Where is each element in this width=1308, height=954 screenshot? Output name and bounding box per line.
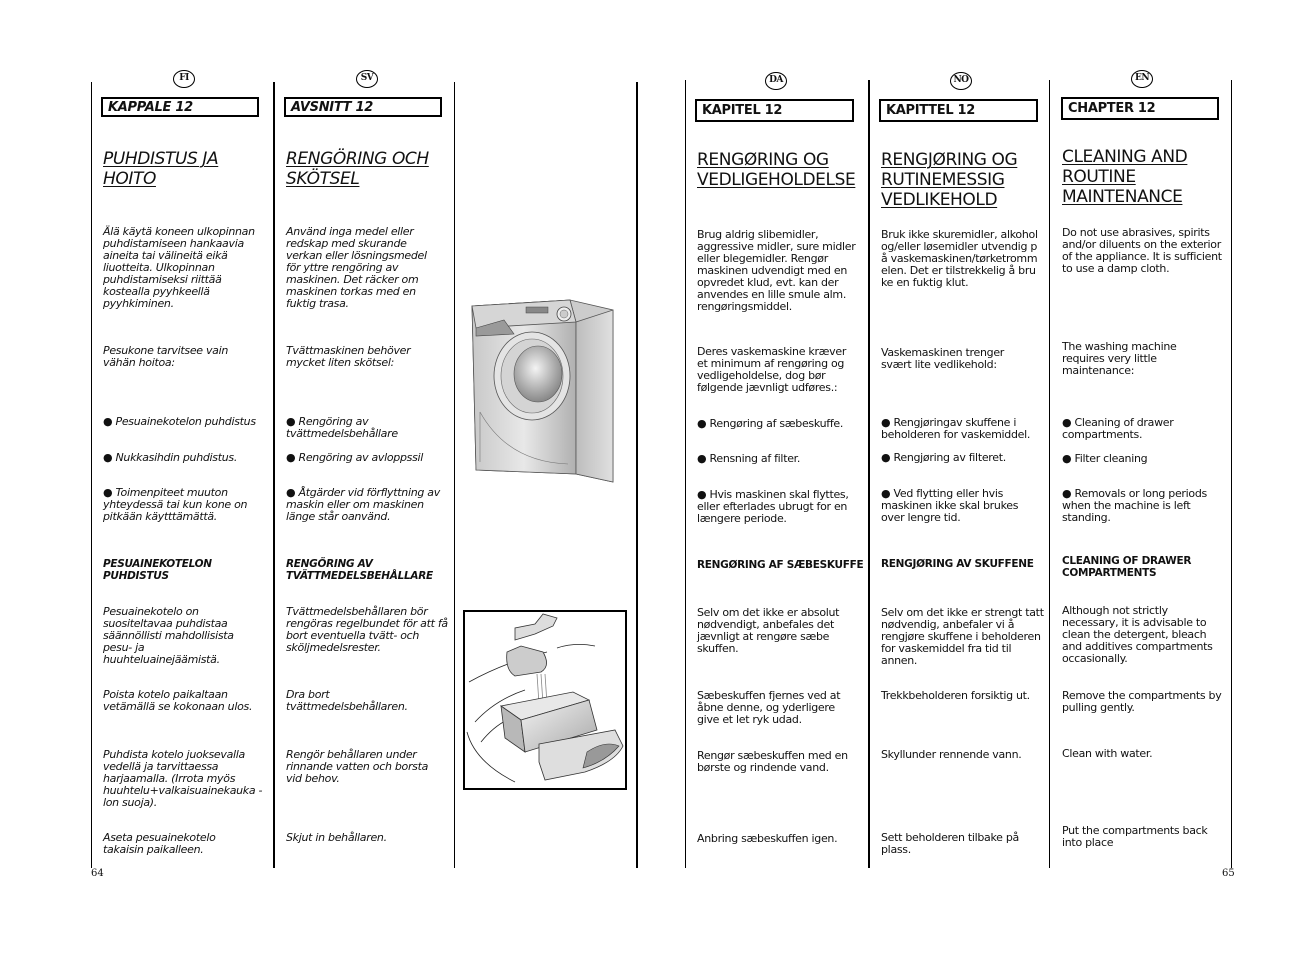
detergent-drawer-illustration bbox=[463, 610, 627, 790]
column-divider bbox=[91, 82, 92, 868]
step-text-sv: Tvättmedelsbehållaren bör rengöras regel… bbox=[286, 605, 448, 654]
step-text-en: Put the compartments back into place bbox=[1062, 824, 1208, 849]
step-text-no: Selv om det ikke er strengt tatt nødvend… bbox=[881, 606, 1044, 667]
subheading-sv: RENGÖRING AV TVÄTTMEDELSBEHÅLLARE bbox=[286, 558, 433, 582]
step-text-fi: Poista kotelo paikaltaan vetämällä se ko… bbox=[103, 688, 253, 713]
subheading-da: RENGØRING AF SÆBESKUFFE bbox=[697, 559, 864, 571]
chapter-heading-no: KAPITTEL 12 bbox=[879, 99, 1038, 122]
column-divider bbox=[868, 80, 870, 868]
step-text-en: Clean with water. bbox=[1062, 747, 1153, 760]
step-text-fi: Aseta pesuainekotelo takaisin paikalleen… bbox=[103, 831, 216, 856]
step-text-da: Sæbeskuffen fjernes ved at åbne denne, o… bbox=[697, 689, 841, 726]
step-text-no: Skyllunder rennende vann. bbox=[881, 748, 1022, 761]
step-text-sv: Rengör behållaren under rinnande vatten … bbox=[286, 748, 429, 785]
chapter-heading-da: KAPITEL 12 bbox=[695, 99, 854, 122]
maintenance-text-da: Deres vaskemaskine kræver et minimum af … bbox=[697, 345, 847, 394]
subheading-fi: PESUAINEKOTELON PUHDISTUS bbox=[103, 558, 212, 582]
chapter-heading-en: CHAPTER 12 bbox=[1061, 97, 1219, 120]
bullet-item-fi: Toimenpiteet muuton yhteydessä tai kun k… bbox=[103, 487, 253, 523]
bullet-item-en: Removals or long periods when the machin… bbox=[1062, 488, 1227, 524]
bullet-item-en: Cleaning of drawer compartments. bbox=[1062, 417, 1202, 441]
maintenance-text-sv: Tvättmaskinen behöver mycket liten sköts… bbox=[286, 344, 411, 369]
washing-machine-icon bbox=[471, 299, 614, 483]
intro-text-fi: Älä käytä koneen ulkopinnan puhdistamise… bbox=[103, 225, 255, 310]
intro-text-da: Brug aldrig slibemidler, aggressive midl… bbox=[697, 228, 856, 313]
bullet-item-da: Rengøring af sæbeskuffe. bbox=[697, 418, 862, 430]
bullet-item-da: Hvis maskinen skal flyttes, eller efterl… bbox=[697, 489, 862, 525]
step-text-da: Anbring sæbeskuffen igen. bbox=[697, 832, 838, 845]
column-divider bbox=[273, 82, 275, 868]
column-divider bbox=[685, 80, 686, 868]
bullet-item-en: Filter cleaning bbox=[1062, 453, 1227, 465]
subheading-no: RENGJØRING AV SKUFFENE bbox=[881, 558, 1034, 570]
section-title-fi: PUHDISTUS JA HOITO bbox=[103, 149, 219, 189]
bullet-item-no: Ved flytting eller hvis maskinen ikke sk… bbox=[881, 488, 1031, 524]
language-badge-fi: FI bbox=[173, 70, 195, 88]
step-text-no: Trekkbeholderen forsiktig ut. bbox=[881, 689, 1030, 702]
maintenance-text-no: Vaskemaskinen trenger svært lite vedlike… bbox=[881, 346, 1005, 371]
page-number-right: 65 bbox=[1222, 868, 1235, 879]
step-text-en: Although not strictly necessary, it is a… bbox=[1062, 604, 1213, 665]
section-title-en: CLEANING AND ROUTINE MAINTENANCE bbox=[1062, 147, 1188, 207]
bullet-item-no: Rengjøringav skuffene i beholderen for v… bbox=[881, 417, 1046, 441]
step-text-sv: Skjut in behållaren. bbox=[286, 831, 387, 844]
page-number-left: 64 bbox=[91, 868, 104, 879]
bullet-item-fi: Pesuainekotelon puhdistus bbox=[103, 416, 268, 428]
section-title-sv: RENGÖRING OCH SKÖTSEL bbox=[286, 149, 429, 189]
bullet-item-da: Rensning af filter. bbox=[697, 453, 862, 465]
maintenance-text-en: The washing machine requires very little… bbox=[1062, 340, 1177, 377]
bullet-item-sv: Rengöring av tvättmedelsbehållare bbox=[286, 416, 406, 440]
intro-text-sv: Använd inga medel eller redskap med skur… bbox=[286, 225, 427, 310]
step-text-da: Rengør sæbeskuffen med en børste og rind… bbox=[697, 749, 848, 774]
bullet-item-no: Rengjøring av filteret. bbox=[881, 452, 1046, 464]
washing-machine-illustration bbox=[468, 292, 618, 487]
column-divider bbox=[1049, 80, 1050, 868]
bullet-item-sv: Rengöring av avloppssil bbox=[286, 452, 451, 464]
language-badge-sv: SV bbox=[356, 70, 378, 88]
step-text-fi: Puhdista kotelo juoksevalla vedellä ja t… bbox=[103, 748, 263, 809]
section-title-da: RENGØRING OG VEDLIGEHOLDELSE bbox=[697, 150, 856, 190]
bullet-item-fi: Nukkasihdin puhdistus. bbox=[103, 452, 268, 464]
column-divider bbox=[1231, 80, 1232, 868]
language-badge-en: EN bbox=[1131, 70, 1153, 88]
step-text-no: Sett beholderen tilbake på plass. bbox=[881, 831, 1019, 856]
tap-and-drawer-icon bbox=[466, 613, 624, 783]
step-text-en: Remove the compartments by pulling gentl… bbox=[1062, 689, 1222, 714]
step-text-da: Selv om det ikke er absolut nødvendigt, … bbox=[697, 606, 840, 655]
chapter-heading-fi: KAPPALE 12 bbox=[101, 97, 259, 117]
step-text-sv: Dra bort tvättmedelsbehållaren. bbox=[286, 688, 408, 713]
section-title-no: RENGJØRING OG RUTINEMESSIG VEDLIKEHOLD bbox=[881, 150, 1018, 210]
step-text-fi: Pesuainekotelo on suositeltavaa puhdista… bbox=[103, 605, 234, 666]
page-divider bbox=[636, 82, 638, 868]
intro-text-en: Do not use abrasives, spirits and/or dil… bbox=[1062, 226, 1222, 275]
column-divider bbox=[454, 82, 455, 868]
subheading-en: CLEANING OF DRAWER COMPARTMENTS bbox=[1062, 555, 1192, 579]
intro-text-no: Bruk ikke skuremidler, alkohol og/eller … bbox=[881, 228, 1038, 289]
language-badge-no: NO bbox=[950, 72, 972, 90]
maintenance-text-fi: Pesukone tarvitsee vain vähän hoitoa: bbox=[103, 344, 229, 369]
language-badge-da: DA bbox=[765, 72, 787, 90]
bullet-item-sv: Åtgärder vid förflyttning av maskin elle… bbox=[286, 487, 451, 523]
chapter-heading-sv: AVSNITT 12 bbox=[284, 97, 442, 117]
